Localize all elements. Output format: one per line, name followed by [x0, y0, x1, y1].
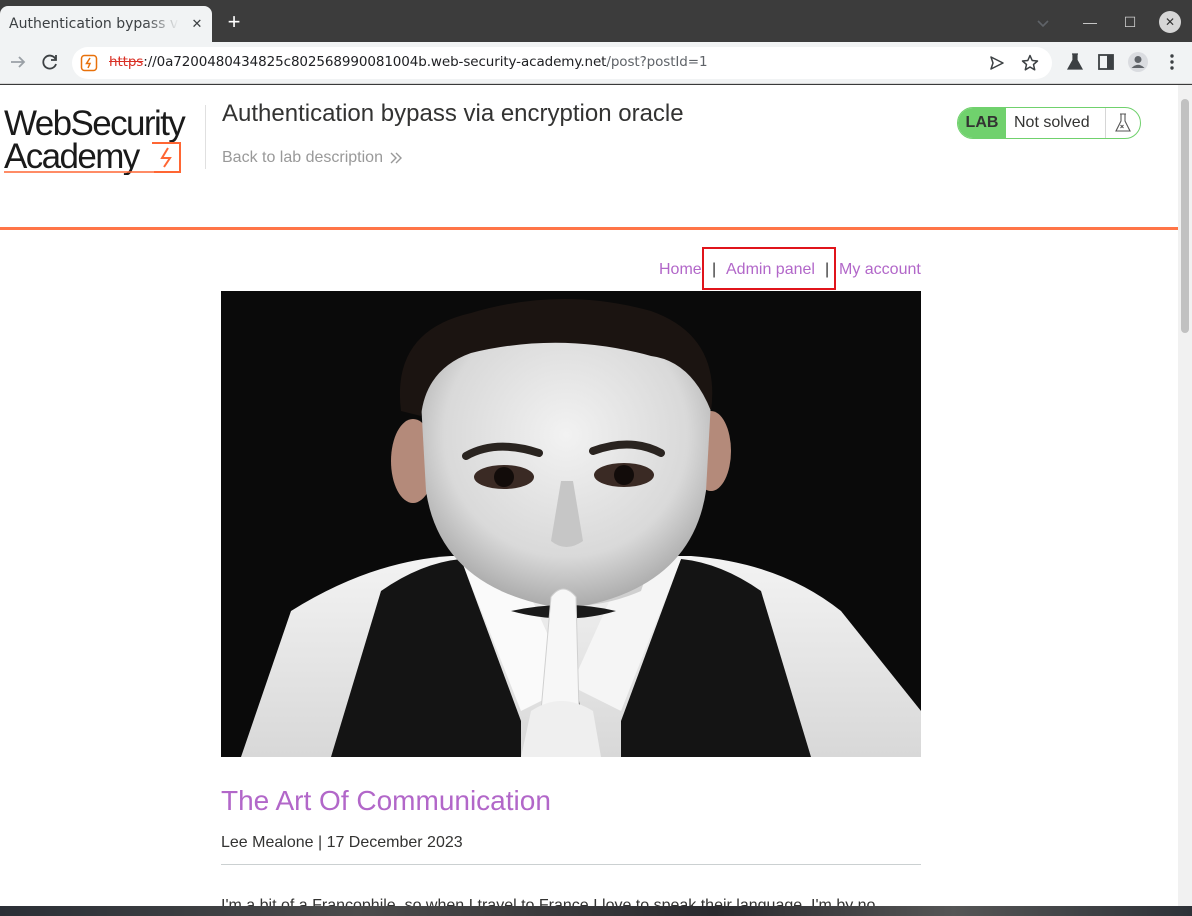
admin-panel-highlight [702, 247, 836, 290]
double-chevron-right-icon [390, 152, 402, 164]
labs-flask-icon[interactable] [1064, 51, 1086, 73]
header-divider [0, 227, 1178, 230]
web-security-academy-logo[interactable]: WebSecurity Academy [4, 103, 204, 175]
lab-title: Authentication bypass via encryption ora… [222, 100, 684, 127]
url-path: /post?postId=1 [606, 54, 708, 70]
lab-status-badge: LAB Not solved [957, 107, 1141, 139]
forward-icon[interactable] [7, 51, 29, 73]
url-text: https://0a7200480434825c802568990081004b… [109, 54, 708, 70]
post-author-date: Lee Mealone | 17 December 2023 [221, 834, 463, 851]
bookmark-star-icon[interactable] [1020, 53, 1040, 73]
address-bar[interactable]: https://0a7200480434825c802568990081004b… [72, 47, 1052, 79]
url-scheme: https [109, 54, 144, 70]
site-info-icon[interactable] [80, 54, 98, 72]
page-scrollbar[interactable] [1178, 85, 1192, 906]
browser-tab[interactable]: Authentication bypass via encryption ora… [0, 6, 212, 42]
side-panel-icon[interactable] [1095, 51, 1117, 73]
browser-toolbar: https://0a7200480434825c802568990081004b… [0, 42, 1192, 84]
post-title: The Art Of Communication [221, 785, 551, 816]
lab-label: LAB [958, 108, 1006, 138]
tab-close-icon[interactable]: ✕ [188, 15, 206, 33]
maximize-icon[interactable]: ☐ [1118, 10, 1142, 34]
tab-title: Authentication bypass via encryption ora… [9, 16, 179, 32]
url-host: ://0a7200480434825c802568990081004b.web-… [143, 54, 607, 70]
minimize-icon[interactable]: — [1078, 10, 1102, 34]
new-tab-icon[interactable]: + [222, 9, 246, 34]
lab-status-text: Not solved [1006, 108, 1106, 138]
close-window-icon[interactable]: ✕ [1159, 11, 1181, 33]
send-icon[interactable] [988, 54, 1006, 72]
lab-flask-icon [1106, 108, 1140, 138]
post-hero-image [221, 291, 921, 757]
nav-my-account-link[interactable]: My account [839, 261, 921, 279]
logo-line-2: Academy [4, 137, 141, 175]
browser-tab-bar: Authentication bypass via encryption ora… [0, 0, 1192, 42]
back-to-lab-description-link[interactable]: Back to lab description [222, 149, 403, 167]
logo-divider [205, 105, 206, 169]
reload-icon[interactable] [39, 51, 61, 73]
web-page: WebSecurity Academy Authentication bypas… [0, 85, 1178, 906]
back-link-label: Back to lab description [222, 149, 383, 166]
desktop-background-strip [0, 906, 1192, 916]
profile-avatar-icon[interactable] [1127, 51, 1149, 73]
menu-kebab-icon[interactable] [1161, 51, 1183, 73]
nav-home-link[interactable]: Home [659, 261, 702, 279]
post-body-text: I'm a bit of a Francophile, so when I tr… [221, 897, 876, 906]
tab-search-icon[interactable] [1034, 14, 1052, 32]
scrollbar-thumb[interactable] [1181, 99, 1189, 333]
post-divider [221, 864, 921, 865]
